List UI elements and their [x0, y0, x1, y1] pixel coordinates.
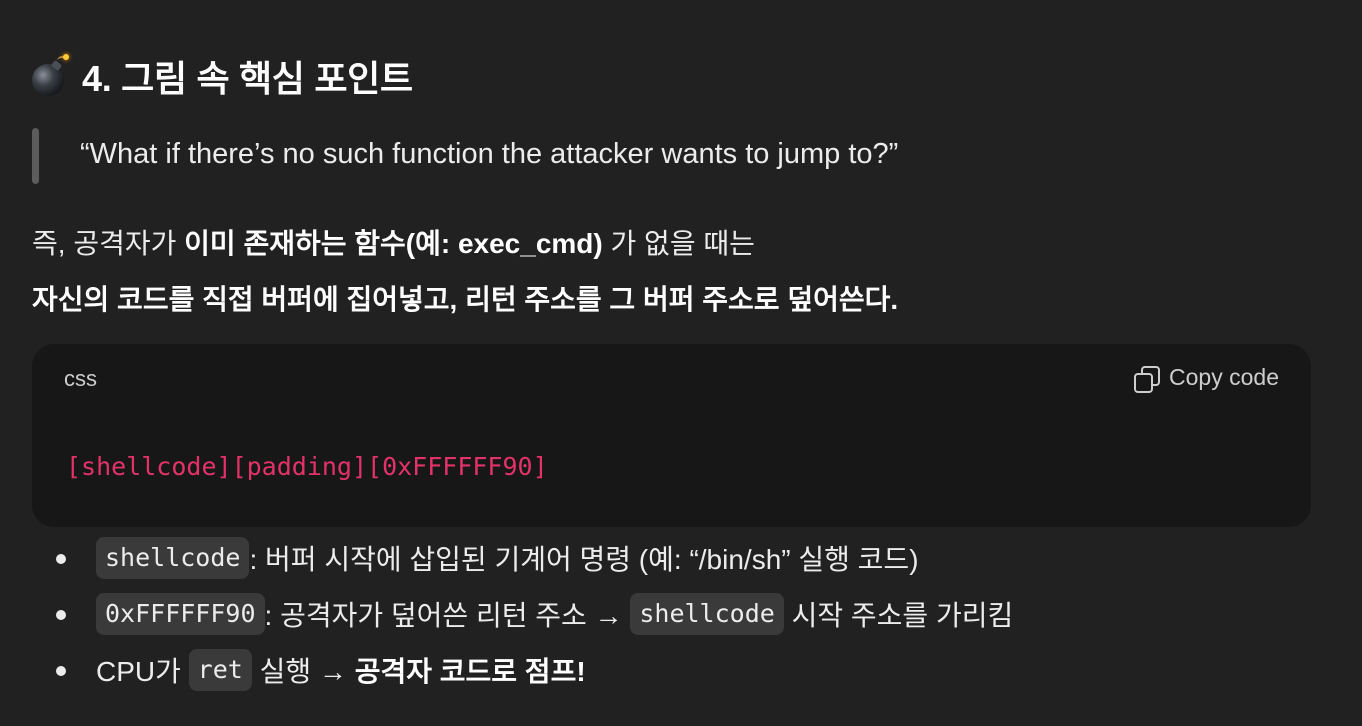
code-content: [shellcode][padding][0xFFFFFF90]: [66, 452, 548, 481]
paragraph-1-part2: 가 없을 때는: [602, 228, 755, 259]
list-item-bold: 공격자 코드로 점프!: [354, 656, 586, 687]
inline-code: shellcode: [630, 593, 784, 635]
paragraph-1: 즉, 공격자가 이미 존재하는 함수(예: exec_cmd) 가 없을 때는: [32, 224, 755, 264]
paragraph-1-part1: 즉, 공격자가: [32, 228, 185, 259]
inline-code: shellcode: [96, 537, 250, 579]
section-heading: 4. 그림 속 핵심 포인트: [30, 52, 413, 100]
blockquote-text: “What if there’s no such function the at…: [80, 138, 899, 170]
paragraph-2-bold: 자신의 코드를 직접 버퍼에 집어넣고, 리턴 주소를 그 버퍼 주소로 덮어쓴…: [32, 284, 899, 315]
copy-code-button[interactable]: Copy code: [1133, 364, 1279, 393]
paragraph-2: 자신의 코드를 직접 버퍼에 집어넣고, 리턴 주소를 그 버퍼 주소로 덮어쓴…: [32, 280, 898, 320]
paragraph-1-bold: 이미 존재하는 함수(예: exec_cmd): [184, 228, 603, 259]
section-heading-text: 4. 그림 속 핵심 포인트: [82, 58, 413, 99]
inline-code: ret: [188, 649, 252, 691]
copy-code-label: Copy code: [1169, 364, 1279, 390]
bullet-dot: [56, 666, 66, 676]
list-item-text: : 버퍼 시작에 삽입된 기계어 명령 (예: “/bin/sh” 실행 코드): [249, 544, 919, 575]
list-item-text: : 공격자가 덮어쓴 리턴 주소 →: [264, 600, 631, 631]
bomb-icon: [30, 54, 70, 96]
copy-icon: [1133, 365, 1161, 393]
bullet-dot: [56, 554, 66, 564]
inline-code: 0xFFFFFF90: [96, 593, 265, 635]
list-item-text: 실행 →: [251, 656, 355, 687]
code-language-label: css: [64, 366, 97, 391]
list-item: CPU가 ret 실행 → 공격자 코드로 점프!: [56, 647, 586, 693]
code-block: css Copy code [shellcode][padding][0xFFF…: [32, 344, 1311, 527]
list-item-text: 시작 주소를 가리킴: [783, 600, 1014, 631]
list-item: 0xFFFFFF90 : 공격자가 덮어쓴 리턴 주소 → shellcode …: [56, 591, 1013, 637]
list-item: shellcode : 버퍼 시작에 삽입된 기계어 명령 (예: “/bin/…: [56, 535, 919, 581]
bullet-dot: [56, 610, 66, 620]
blockquote-bar: [32, 128, 39, 184]
list-item-text: CPU가: [96, 656, 189, 687]
